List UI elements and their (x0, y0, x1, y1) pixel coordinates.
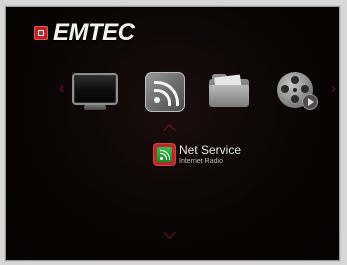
chevron-down-icon[interactable] (163, 226, 176, 239)
play-icon (303, 95, 317, 109)
folder-front (209, 85, 249, 107)
selected-subtitle: Internet Radio (179, 158, 223, 165)
rss-tile (145, 72, 185, 112)
rss-mini-icon (157, 147, 172, 162)
chevron-up-icon[interactable] (163, 124, 176, 137)
selected-title: Net Service (179, 143, 242, 157)
film-reel-icon[interactable] (276, 71, 318, 113)
rss-icon[interactable] (145, 71, 187, 113)
reel-hole (301, 85, 309, 93)
emtec-logo: EMTEC (34, 21, 135, 45)
folder-icon[interactable] (209, 71, 251, 113)
tv-screen-shape (74, 75, 116, 103)
reel-hole (291, 76, 299, 84)
reel-hub (293, 88, 297, 92)
net-service-icon (154, 144, 175, 165)
brand-name: EMTEC (53, 19, 135, 46)
rss-dot (154, 97, 160, 103)
tv-stand-shape (84, 105, 106, 110)
reel-hole (281, 85, 289, 93)
right-arrow-icon[interactable]: › (331, 81, 336, 97)
media-player-screen: EMTEC ‹ › Net Service Internet Radio (6, 7, 339, 260)
rss-mini-dot (160, 157, 163, 160)
reel-hole (291, 95, 299, 103)
tv-icon[interactable] (74, 71, 116, 113)
logo-icon (34, 26, 48, 40)
main-menu-row (51, 71, 326, 119)
